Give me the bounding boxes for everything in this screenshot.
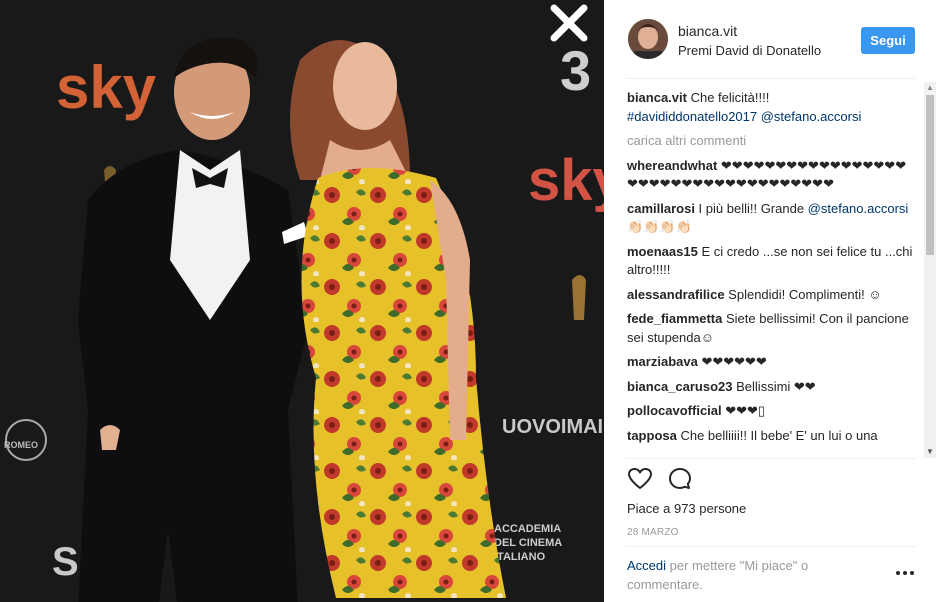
comments-list: bianca.vit Che felicità!!!! #davididdona… bbox=[627, 89, 916, 457]
login-prompt: Accedi per mettere "Mi piace" o commenta… bbox=[627, 556, 857, 594]
comment-text: I più belli!! Grande bbox=[694, 200, 808, 216]
list-item: alessandrafilice Splendidi! Complimenti!… bbox=[627, 286, 916, 305]
list-item: whereandwhat ❤❤❤❤❤❤❤❤❤❤❤❤❤❤❤❤❤❤❤❤❤❤❤❤❤❤❤… bbox=[627, 157, 916, 194]
svg-text:ACCADEMIA: ACCADEMIA bbox=[494, 523, 561, 535]
login-link[interactable]: Accedi bbox=[627, 558, 666, 573]
list-item: moenaas15 E ci credo ...se non sei felic… bbox=[627, 243, 916, 280]
divider bbox=[626, 458, 916, 459]
follow-button[interactable]: Segui bbox=[861, 27, 915, 54]
list-item: pollocavofficial ❤❤❤▯ bbox=[627, 402, 916, 421]
svg-text:sky: sky bbox=[528, 148, 604, 213]
scroll-down-arrow-icon[interactable]: ▼ bbox=[924, 446, 936, 458]
caption-text: Che felicità!!!! bbox=[690, 90, 770, 105]
comment-user[interactable]: pollocavofficial bbox=[627, 403, 722, 418]
comment-user[interactable]: marziabava bbox=[627, 354, 698, 369]
comment-text-after: 👏🏻👏🏻👏🏻👏🏻 bbox=[627, 219, 692, 234]
svg-text:3: 3 bbox=[560, 39, 591, 102]
comment-text: Che belliiii!! Il bebe' E' un lui o una bbox=[676, 427, 878, 443]
username[interactable]: bianca.vit bbox=[678, 23, 737, 39]
caption: bianca.vit Che felicità!!!! #davididdona… bbox=[627, 89, 916, 126]
divider bbox=[626, 546, 916, 547]
load-more-comments[interactable]: carica altri commenti bbox=[627, 132, 916, 151]
svg-text:UOVOIMAIE: UOVOIMAIE bbox=[502, 416, 604, 438]
location[interactable]: Premi David di Donatello bbox=[678, 43, 821, 58]
list-item: camillarosi I più belli!! Grande @stefan… bbox=[627, 200, 916, 237]
caption-tags[interactable]: #davididdonatello2017 @stefano.accorsi bbox=[627, 109, 861, 124]
more-options-icon[interactable] bbox=[894, 566, 916, 580]
close-icon[interactable] bbox=[548, 2, 590, 44]
divider bbox=[626, 78, 916, 79]
post-date[interactable]: 28 MARZO bbox=[627, 527, 679, 538]
post-side-panel: bianca.vit Premi David di Donatello Segu… bbox=[604, 0, 938, 602]
comment-user[interactable]: whereandwhat bbox=[627, 158, 717, 173]
comment-text: Splendidi! Complimenti! ☺ bbox=[724, 286, 882, 302]
svg-text:ROMEO: ROMEO bbox=[4, 440, 38, 450]
list-item: tapposa Che belliiii!! Il bebe' E' un lu… bbox=[627, 427, 916, 446]
scroll-thumb[interactable] bbox=[926, 95, 934, 255]
photo-scene: sky sky 3 SIAE UOVOIMAIE ACCADEMIA DEL C… bbox=[0, 0, 604, 602]
comment-text: ❤❤❤❤❤❤ bbox=[697, 354, 767, 369]
svg-text:ITALIANO: ITALIANO bbox=[494, 551, 546, 563]
post-header: bianca.vit Premi David di Donatello Segu… bbox=[604, 0, 938, 78]
likes-count[interactable]: Piace a 973 persone bbox=[627, 501, 746, 516]
caption-username[interactable]: bianca.vit bbox=[627, 90, 687, 105]
heart-icon[interactable] bbox=[627, 466, 655, 494]
comment-text: Bellissimi ❤❤ bbox=[732, 378, 816, 394]
list-item: marziabava ❤❤❤❤❤❤ bbox=[627, 353, 916, 372]
comment-mention[interactable]: @stefano.accorsi bbox=[808, 201, 909, 216]
comment-user[interactable]: camillarosi bbox=[627, 201, 695, 216]
avatar[interactable] bbox=[628, 19, 668, 59]
svg-text:DEL CINEMA: DEL CINEMA bbox=[494, 537, 562, 549]
svg-text:sky: sky bbox=[56, 54, 157, 121]
comments-scrollbar[interactable]: ▲ ▼ bbox=[924, 82, 936, 458]
comment-user[interactable]: alessandrafilice bbox=[627, 287, 725, 302]
post-photo: sky sky 3 SIAE UOVOIMAIE ACCADEMIA DEL C… bbox=[0, 0, 604, 602]
likes-text: Piace a 973 persone bbox=[627, 501, 747, 516]
comment-user[interactable]: moenaas15 bbox=[627, 244, 698, 259]
list-item: bianca_caruso23 Bellissimi ❤❤ bbox=[627, 378, 916, 397]
comment-text: ❤❤❤▯ bbox=[721, 403, 766, 418]
comment-icon[interactable] bbox=[667, 466, 695, 494]
comment-user[interactable]: tapposa bbox=[627, 428, 677, 443]
comment-user[interactable]: fede_fiammetta bbox=[627, 311, 722, 326]
list-item: fede_fiammetta Siete bellissimi! Con il … bbox=[627, 310, 916, 347]
post-actions bbox=[627, 466, 747, 496]
scroll-up-arrow-icon[interactable]: ▲ bbox=[924, 82, 936, 94]
comment-user[interactable]: bianca_caruso23 bbox=[627, 379, 733, 394]
